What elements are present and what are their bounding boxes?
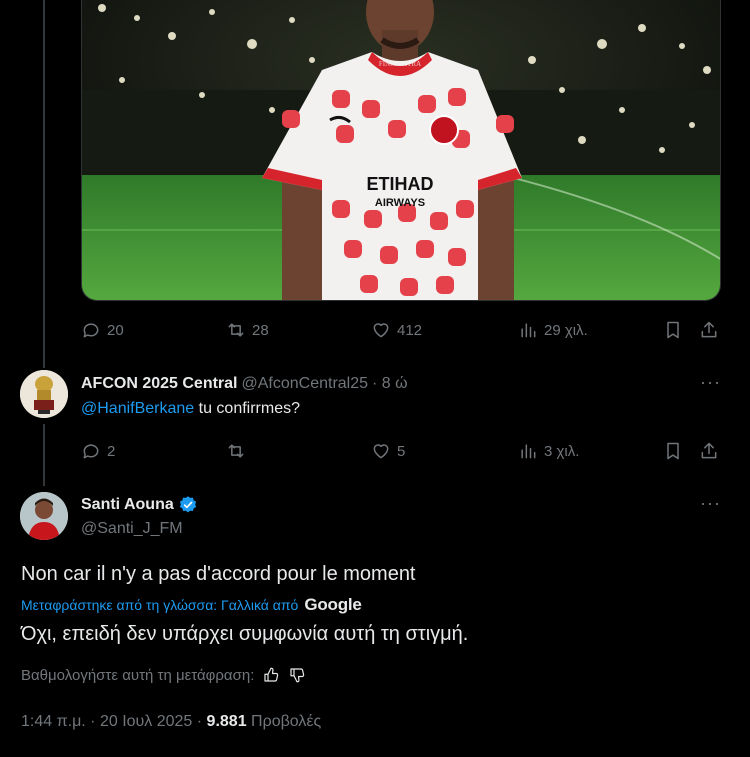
views-count: 29 χιλ.: [544, 321, 588, 339]
thread-line: [43, 424, 45, 486]
reply-icon: [83, 323, 99, 338]
thread-line: [43, 0, 45, 368]
rate-translation: Βαθμολογήστε αυτή τη μετάφραση:: [21, 666, 306, 684]
share-button[interactable]: [699, 437, 719, 465]
author-name[interactable]: AFCON 2025 Central: [81, 375, 238, 393]
reply-actions: 2 5 3 χιλ.: [81, 437, 721, 465]
views-number: 9.881: [206, 713, 247, 730]
heart-icon: [373, 323, 389, 338]
thumbs-up-icon[interactable]: [262, 666, 280, 684]
repost-button[interactable]: [226, 437, 252, 465]
avatar[interactable]: [20, 370, 68, 418]
translated-text: Όχι, επειδή δεν υπάρχει συμφωνία αυτή τη…: [21, 623, 469, 645]
user-photo-avatar: [20, 492, 68, 540]
bookmark-icon: [667, 442, 679, 460]
repost-icon: [228, 323, 244, 337]
like-button[interactable]: 5: [371, 437, 405, 465]
like-count: 5: [397, 442, 406, 460]
more-options-button[interactable]: ···: [700, 493, 721, 514]
image-watermark: FINMF XTRA: [379, 60, 421, 68]
sponsor-text: ETIHAD: [367, 174, 434, 194]
timestamp[interactable]: 1:44 π.μ. · 20 Ιουλ 2025 ·: [21, 713, 207, 730]
avatar[interactable]: [20, 492, 68, 540]
translated-label[interactable]: Μεταφράστηκε από τη γλώσσα: Γαλλικά από: [21, 597, 298, 613]
reply-button[interactable]: 2: [81, 437, 115, 465]
views-button[interactable]: 29 χιλ.: [518, 316, 588, 344]
reply-count: 20: [107, 321, 124, 339]
share-icon: [701, 442, 717, 459]
like-button[interactable]: 412: [371, 316, 422, 344]
repost-icon: [228, 444, 244, 458]
views-chart-icon: [521, 444, 536, 459]
verified-badge-icon: [179, 496, 196, 513]
share-icon: [701, 321, 717, 338]
reply-text: @HanifBerkane tu confirrmes?: [81, 400, 300, 418]
reply-button[interactable]: 20: [81, 316, 124, 344]
reply-count: 2: [107, 442, 116, 460]
more-options-button[interactable]: ···: [700, 372, 721, 393]
sponsor-subtext: AIRWAYS: [375, 197, 425, 209]
mention-link[interactable]: @HanifBerkane: [81, 400, 194, 417]
author-handle[interactable]: @AfconCentral25: [242, 375, 369, 393]
tweet-meta: 1:44 π.μ. · 20 Ιουλ 2025 · 9.881 Προβολέ…: [21, 713, 321, 731]
afcon-trophy-avatar: [20, 370, 68, 418]
views-count: 3 χιλ.: [544, 442, 580, 460]
repost-count: 28: [252, 321, 269, 339]
translation-notice: Μεταφράστηκε από τη γλώσσα: Γαλλικά από …: [21, 595, 362, 615]
bookmark-button[interactable]: [663, 437, 683, 465]
author-handle[interactable]: @Santi_J_FM: [81, 520, 183, 538]
views-button[interactable]: 3 χιλ.: [518, 437, 579, 465]
google-logo: Google: [304, 595, 362, 614]
rate-label: Βαθμολογήστε αυτή τη μετάφραση:: [21, 666, 255, 684]
reply-body: tu confirrmes?: [194, 400, 300, 417]
views-chart-icon: [521, 323, 536, 338]
repost-button[interactable]: 28: [226, 316, 269, 344]
reply-header: AFCON 2025 Central @AfconCentral25 · 8 ώ: [81, 375, 408, 393]
views-label: Προβολές: [246, 713, 322, 730]
post-time[interactable]: · 8 ώ: [372, 375, 408, 393]
main-header: Santi Aouna: [81, 495, 198, 515]
tweet-media-image[interactable]: ETIHAD AIRWAYS FINMF XTRA: [81, 0, 721, 301]
player-photo: ETIHAD AIRWAYS FINMF XTRA: [82, 0, 720, 300]
tweet-text: Non car il n'y a pas d'accord pour le mo…: [21, 563, 416, 585]
bookmark-icon: [667, 321, 679, 339]
bookmark-button[interactable]: [663, 316, 683, 344]
thumbs-down-icon[interactable]: [288, 666, 306, 684]
main-handle-row: @Santi_J_FM: [81, 520, 183, 538]
share-button[interactable]: [699, 316, 719, 344]
tweet-actions: 20 28 412 29 χιλ.: [81, 316, 721, 344]
reply-icon: [83, 444, 99, 459]
like-count: 412: [397, 321, 423, 339]
heart-icon: [373, 444, 389, 459]
author-name[interactable]: Santi Aouna: [81, 496, 174, 514]
